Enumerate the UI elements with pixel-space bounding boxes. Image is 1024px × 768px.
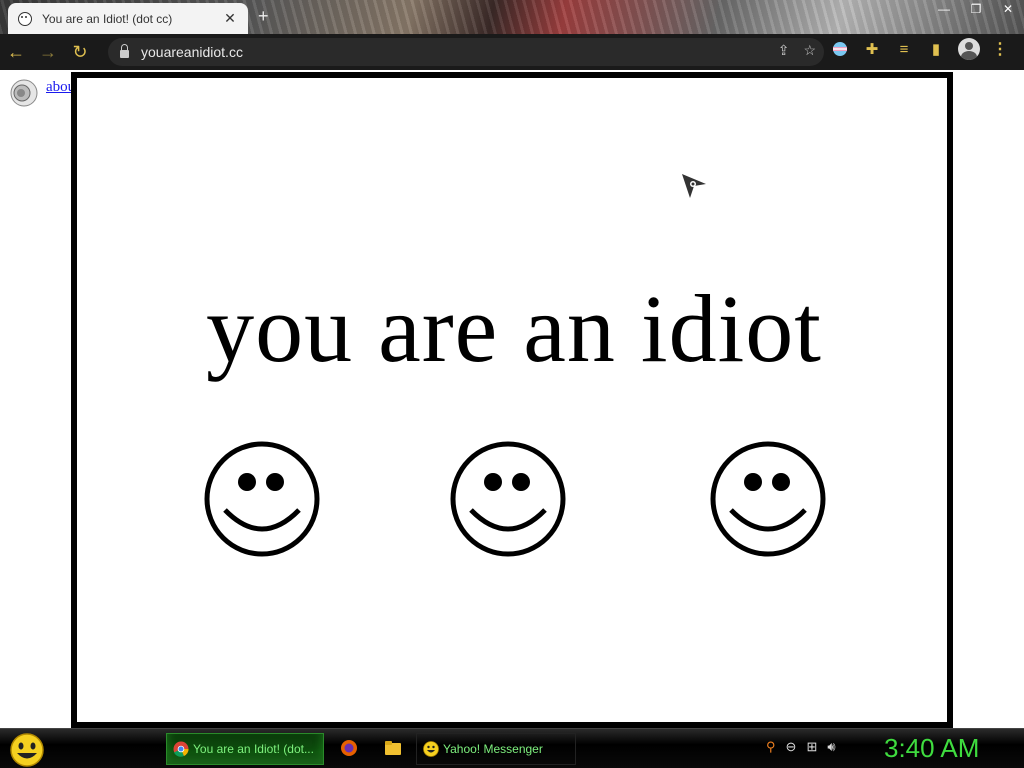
smiley-face-icon bbox=[710, 441, 826, 557]
extension-area: ✚ ≡ ▮ ⋮ bbox=[830, 38, 1008, 60]
back-icon[interactable]: ← bbox=[0, 36, 32, 68]
system-tray: ⚲ ⊖ ⊞ 🔊︎ bbox=[766, 739, 836, 755]
chrome-icon bbox=[173, 741, 189, 757]
taskbar-item-label: You are an Idiot! (dot... bbox=[193, 742, 314, 756]
web-page: aboutflash you are an idiot bbox=[0, 70, 1024, 728]
new-tab-icon[interactable]: + bbox=[258, 6, 269, 27]
bookmark-star-icon[interactable]: ☆ bbox=[803, 42, 816, 59]
status-icon[interactable]: ⊖ bbox=[786, 739, 797, 755]
taskbar: You are an Idiot! (dot... Yahoo! Messeng… bbox=[0, 728, 1024, 768]
taskbar-item-label: Yahoo! Messenger bbox=[443, 742, 543, 756]
smiley-face-icon bbox=[450, 441, 566, 557]
window-controls: — ❐ ✕ bbox=[928, 0, 1024, 18]
minimize-icon[interactable]: — bbox=[928, 0, 960, 18]
search-icon[interactable]: ⚲ bbox=[766, 739, 776, 755]
flash-frame[interactable]: you are an idiot bbox=[71, 72, 953, 728]
folder-icon[interactable] bbox=[384, 739, 402, 757]
profile-icon[interactable] bbox=[958, 38, 980, 60]
menu-icon[interactable]: ⋮ bbox=[992, 39, 1008, 59]
firefox-icon[interactable] bbox=[340, 739, 358, 757]
speaker-icon[interactable] bbox=[8, 78, 42, 108]
tab-title: You are an Idiot! (dot cc) bbox=[42, 11, 173, 26]
share-icon[interactable]: ⇪ bbox=[778, 42, 790, 59]
tab-close-icon[interactable]: ✕ bbox=[222, 10, 238, 27]
yahoo-messenger-icon bbox=[423, 741, 439, 757]
reading-list-icon[interactable]: ≡ bbox=[894, 39, 914, 59]
url-text: youareanidiot.cc bbox=[141, 44, 243, 60]
lock-icon[interactable] bbox=[120, 44, 129, 58]
extensions-puzzle-icon[interactable]: ✚ bbox=[862, 39, 882, 59]
taskbar-clock[interactable]: 3:40 AM bbox=[884, 733, 979, 764]
volume-icon[interactable]: 🔊︎ bbox=[827, 739, 835, 755]
taskbar-item-yahoo-messenger[interactable]: Yahoo! Messenger bbox=[416, 733, 576, 765]
forward-icon[interactable]: → bbox=[32, 36, 64, 68]
headline-text: you are an idiot bbox=[206, 275, 822, 382]
browser-tab[interactable]: You are an Idiot! (dot cc) ✕ bbox=[8, 3, 248, 34]
maximize-icon[interactable]: ❐ bbox=[960, 0, 992, 18]
reload-icon[interactable]: ↻ bbox=[64, 36, 96, 68]
custom-cursor-icon bbox=[682, 174, 706, 198]
network-icon[interactable]: ⊞ bbox=[806, 739, 817, 755]
flag-extension-icon[interactable] bbox=[830, 39, 850, 59]
start-smiley-icon[interactable] bbox=[8, 732, 46, 768]
tab-strip: You are an Idiot! (dot cc) ✕ + — ❐ ✕ bbox=[0, 0, 1024, 34]
taskbar-item-chrome[interactable]: You are an Idiot! (dot... bbox=[166, 733, 324, 765]
close-icon[interactable]: ✕ bbox=[992, 0, 1024, 18]
address-bar[interactable]: youareanidiot.cc ⇪ ☆ bbox=[108, 38, 824, 66]
smiley-face-icon bbox=[204, 441, 320, 557]
smiley-favicon-icon bbox=[18, 11, 32, 26]
side-panel-icon[interactable]: ▮ bbox=[926, 39, 946, 59]
